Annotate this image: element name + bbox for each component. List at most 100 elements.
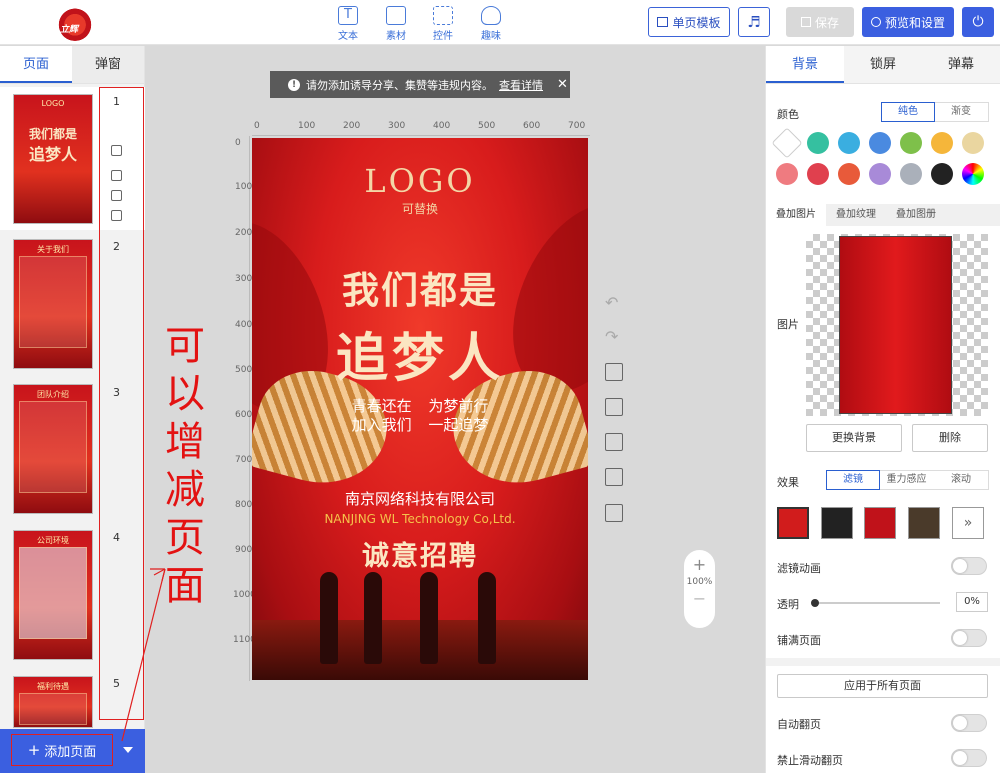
widget-icon xyxy=(433,6,453,25)
save-button[interactable]: 保存 xyxy=(786,7,854,37)
fill-page-toggle[interactable] xyxy=(951,629,987,647)
change-background-button[interactable]: 更换背景 xyxy=(806,424,902,452)
tool-text[interactable]: T 文本 xyxy=(328,6,368,42)
bulb-icon xyxy=(481,6,501,25)
poster-line-1[interactable]: 青春还在 为梦前行 xyxy=(252,395,588,416)
zoom-in-button[interactable]: + xyxy=(684,555,715,574)
redo-icon[interactable]: ↷ xyxy=(605,327,623,346)
overlay-album-tab[interactable]: 叠加图册 xyxy=(886,204,946,226)
power-button[interactable]: ⏻ xyxy=(962,7,994,37)
tool-fun[interactable]: 趣味 xyxy=(471,6,511,42)
ruler-vertical: 0 100 200 300 400 500 600 700 800 900 10… xyxy=(232,136,256,681)
filter-thumb-2[interactable] xyxy=(821,507,853,539)
layers-icon[interactable] xyxy=(605,398,623,416)
page-template-button[interactable]: 单页模板 xyxy=(648,7,730,37)
zoom-out-button[interactable]: − xyxy=(684,589,715,608)
poster-title-2[interactable]: 追梦人 xyxy=(252,316,588,391)
chevron-down-icon[interactable] xyxy=(123,747,133,753)
filter-thumb-3[interactable] xyxy=(864,507,896,539)
color-swatch[interactable] xyxy=(776,163,798,185)
poster-company-en[interactable]: NANJING WL Technology Co,Ltd. xyxy=(252,512,588,526)
filter-thumb-1[interactable] xyxy=(777,507,809,539)
filter-thumb-4[interactable] xyxy=(908,507,940,539)
tab-danmaku[interactable]: 弹幕 xyxy=(922,46,1000,83)
plus-icon: + xyxy=(27,741,41,759)
color-swatch[interactable] xyxy=(807,132,829,154)
overlay-texture-tab[interactable]: 叠加纹理 xyxy=(826,204,886,226)
color-swatch[interactable] xyxy=(900,132,922,154)
poster-company[interactable]: 南京网络科技有限公司 xyxy=(252,488,588,509)
filter-option[interactable]: 滤镜 xyxy=(826,470,880,490)
ruler-tick: 600 xyxy=(523,121,541,131)
effect-mode-toggle: 滤镜 重力感应 滚动 xyxy=(826,470,989,490)
poster-line-2[interactable]: 加入我们 一起追梦 xyxy=(252,414,588,435)
color-swatch[interactable] xyxy=(838,163,860,185)
tab-pages[interactable]: 页面 xyxy=(0,46,72,83)
zoom-control: + 100% − xyxy=(684,550,715,628)
poster-logo-sub[interactable]: 可替换 xyxy=(252,200,588,217)
tab-background[interactable]: 背景 xyxy=(766,46,844,83)
opacity-value[interactable]: 0% xyxy=(956,592,988,612)
ruler-tick: 200 xyxy=(235,228,253,238)
tool-material[interactable]: 素材 xyxy=(376,6,416,42)
scroll-option[interactable]: 滚动 xyxy=(934,471,988,489)
color-swatch[interactable] xyxy=(962,163,984,185)
tool-widget[interactable]: 控件 xyxy=(423,6,463,42)
page-thumb-3[interactable]: 团队介绍 xyxy=(13,384,93,514)
play-icon[interactable] xyxy=(605,363,623,381)
color-swatch[interactable] xyxy=(931,163,953,185)
film-icon[interactable] xyxy=(605,433,623,451)
preview-settings-label: 预览和设置 xyxy=(884,15,945,30)
poster-hiring[interactable]: 诚意招聘 xyxy=(252,534,588,573)
poster-title-1[interactable]: 我们都是 xyxy=(252,260,588,314)
thumb-body xyxy=(19,256,87,348)
color-swatch[interactable] xyxy=(869,132,891,154)
close-icon[interactable]: ✕ xyxy=(557,77,568,92)
color-swatch[interactable] xyxy=(807,163,829,185)
auto-flip-toggle[interactable] xyxy=(951,714,987,732)
add-page-button[interactable]: + 添加页面 xyxy=(11,734,113,766)
filter-animation-toggle[interactable] xyxy=(951,557,987,575)
poster-canvas[interactable]: LOGO 可替换 我们都是 追梦人 青春还在 为梦前行 加入我们 一起追梦 南京… xyxy=(252,138,588,680)
zoom-level: 100% xyxy=(686,577,713,587)
page-thumb-4[interactable]: 公司环境 xyxy=(13,530,93,660)
color-swatch[interactable] xyxy=(771,127,803,159)
download-icon[interactable] xyxy=(605,504,623,522)
background-image-preview[interactable] xyxy=(806,234,988,416)
app-logo[interactable]: 立辉 xyxy=(57,5,93,41)
preview-settings-button[interactable]: 预览和设置 xyxy=(862,7,954,37)
tool-material-label: 素材 xyxy=(386,31,406,42)
save-icon xyxy=(800,17,811,27)
image-icon xyxy=(386,6,406,25)
music-button[interactable]: ♬ xyxy=(738,7,770,37)
opacity-slider-knob[interactable] xyxy=(811,599,819,607)
gradient-option[interactable]: 渐变 xyxy=(934,103,988,121)
color-swatch[interactable] xyxy=(962,132,984,154)
more-filters-button[interactable]: » xyxy=(952,507,984,539)
page-thumb-1[interactable]: LOGO 我们都是 追梦人 xyxy=(13,94,93,224)
apply-all-pages-button[interactable]: 应用于所有页面 xyxy=(777,674,988,698)
poster-logo[interactable]: LOGO xyxy=(252,162,588,200)
delete-button[interactable]: 删除 xyxy=(912,424,988,452)
page-thumb-2[interactable]: 关于我们 xyxy=(13,239,93,369)
notice-detail-link[interactable]: 查看详情 xyxy=(499,77,543,93)
gravity-option[interactable]: 重力感应 xyxy=(879,471,934,489)
solid-color-option[interactable]: 纯色 xyxy=(881,102,935,122)
notice-text: 请勿添加诱导分享、集赞等违规内容。 xyxy=(306,78,493,92)
overlay-image-tab[interactable]: 叠加图片 xyxy=(766,204,826,226)
tab-lockscreen[interactable]: 锁屏 xyxy=(844,46,922,83)
runner-silhouette xyxy=(478,572,496,664)
opacity-slider[interactable] xyxy=(811,599,940,607)
disable-swipe-toggle[interactable] xyxy=(951,749,987,767)
page-thumb-5[interactable]: 福利待遇 xyxy=(13,676,93,728)
color-swatch[interactable] xyxy=(838,132,860,154)
tool-widget-label: 控件 xyxy=(433,31,453,42)
undo-icon[interactable]: ↶ xyxy=(605,293,623,312)
color-swatch[interactable] xyxy=(900,163,922,185)
tab-popups[interactable]: 弹窗 xyxy=(72,46,144,83)
color-swatch[interactable] xyxy=(869,163,891,185)
phone-icon[interactable] xyxy=(605,468,623,486)
ruler-tick: 400 xyxy=(433,121,451,131)
color-swatch[interactable] xyxy=(931,132,953,154)
logo-text: 立辉 xyxy=(60,25,79,35)
